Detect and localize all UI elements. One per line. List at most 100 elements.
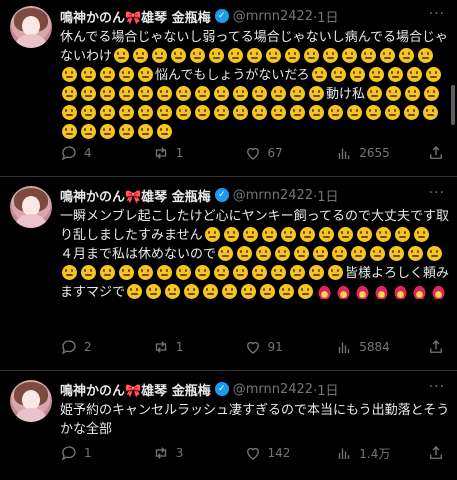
avatar[interactable] [10,380,52,422]
grin-emoji-icon [165,284,181,299]
more-dots-icon[interactable]: ··· [429,6,445,22]
reply-button[interactable]: 4 [60,144,120,162]
author-handle[interactable]: @mrnn2422 [233,9,313,24]
grin-emoji-icon [152,48,168,63]
view-count: 1.4万 [359,446,391,461]
timestamp[interactable]: ·1日 [313,186,338,205]
grin-emoji-icon [367,86,383,101]
grin-emoji-icon [62,67,77,82]
grin-emoji-icon [119,86,134,101]
tweet-text-run: 動け私 [326,87,366,102]
grin-emoji-icon [81,265,96,280]
grin-emoji-icon [242,227,258,242]
grin-emoji-icon [280,227,296,242]
grin-emoji-icon [290,86,305,101]
grin-emoji-icon [195,86,210,101]
grin-emoji-icon [347,105,362,120]
author-handle[interactable]: @mrnn2422 [233,382,313,397]
tweet-3[interactable]: 鳴神かのん🎀雄琴 金瓶梅 ✓ @mrnn2422 ·1日 ··· 姫予約のキャン… [0,371,457,480]
grin-emoji-icon [309,86,324,101]
grin-emoji-icon [279,284,295,299]
grin-emoji-icon [81,67,96,82]
avatar[interactable] [10,186,52,228]
grin-emoji-icon [195,105,210,120]
grin-emoji-icon [119,67,134,82]
reply-button[interactable]: 2 [60,338,120,356]
grin-emoji-icon [127,284,143,299]
grin-emoji-icon [349,67,365,82]
reply-count: 1 [84,446,92,460]
grin-emoji-icon [427,246,443,261]
like-button[interactable]: 142 [244,444,304,462]
grin-emoji-icon [424,86,440,101]
views-button[interactable]: 1.4万 [335,444,395,462]
tweet-1[interactable]: 鳴神かのん🎀雄琴 金瓶梅 ✓ @mrnn2422 ·1日 ··· 休んでる場合じ… [0,0,457,175]
repost-button[interactable]: 1 [152,144,212,162]
timestamp[interactable]: ·1日 [313,380,338,399]
share-button[interactable] [427,144,445,162]
grin-emoji-icon [299,227,315,242]
grin-emoji-icon [394,227,410,242]
author-handle[interactable]: @mrnn2422 [233,188,313,203]
grin-emoji-icon [380,48,396,63]
grin-emoji-icon [133,48,149,63]
action-bar: 4 1 67 2655 [60,143,445,163]
repost-button[interactable]: 1 [152,338,212,356]
grin-emoji-icon [408,246,424,261]
grin-emoji-icon [62,105,77,120]
more-dots-icon[interactable]: ··· [429,379,445,395]
grin-emoji-icon [209,48,225,63]
views-button[interactable]: 5884 [335,338,395,356]
action-bar: 1 3 142 1.4万 [60,443,445,463]
grin-emoji-icon [81,86,96,101]
grin-emoji-icon [404,105,419,120]
grin-emoji-icon [342,48,358,63]
verified-badge-icon: ✓ [214,9,229,23]
tweet-2[interactable]: 鳴神かのん🎀雄琴 金瓶梅 ✓ @mrnn2422 ·1日 ··· 一瞬メンブレ起… [0,177,457,373]
views-bars-icon [339,448,350,459]
share-button[interactable] [427,444,445,462]
grin-emoji-icon [260,284,276,299]
reply-bubble-icon [61,446,76,461]
author-name[interactable]: 鳴神かのん🎀雄琴 金瓶梅 [60,186,211,205]
author-name[interactable]: 鳴神かのん🎀雄琴 金瓶梅 [60,7,211,26]
grin-emoji-icon [114,48,130,63]
views-button[interactable]: 2655 [335,144,395,162]
grin-emoji-icon [176,265,191,280]
grin-emoji-icon [237,246,253,261]
grin-emoji-icon [399,48,415,63]
grin-emoji-icon [203,284,219,299]
grin-emoji-icon [62,86,77,101]
view-count: 2655 [359,146,390,160]
grin-emoji-icon [138,86,153,101]
grin-emoji-icon [81,105,96,120]
timestamp[interactable]: ·1日 [313,7,338,26]
like-button[interactable]: 91 [244,338,304,356]
grin-emoji-icon [184,284,200,299]
grin-emoji-icon [370,246,386,261]
like-count: 67 [267,146,283,160]
grin-emoji-icon [261,227,277,242]
more-dots-icon[interactable]: ··· [429,185,445,201]
scrollbar[interactable] [451,85,455,125]
grin-emoji-icon [298,284,314,299]
grin-emoji-icon [233,105,248,120]
grin-emoji-icon [309,265,324,280]
grin-emoji-icon [405,86,421,101]
grin-emoji-icon [366,105,381,120]
grin-emoji-icon [157,265,172,280]
fire-heart-icon [355,284,371,299]
like-button[interactable]: 67 [244,144,304,162]
author-name[interactable]: 鳴神かのん🎀雄琴 金瓶梅 [60,380,211,399]
fire-heart-icon [393,284,409,299]
reply-button[interactable]: 1 [60,444,120,462]
avatar[interactable] [10,6,52,48]
grin-emoji-icon [275,246,291,261]
action-bar: 2 1 91 5884 [60,337,445,357]
tweet-text-run: ４月まで私は休めないので [60,247,217,262]
grin-emoji-icon [356,227,372,242]
share-button[interactable] [427,338,445,356]
grin-emoji-icon [228,48,244,63]
grin-emoji-icon [418,48,434,63]
repost-button[interactable]: 3 [152,444,212,462]
